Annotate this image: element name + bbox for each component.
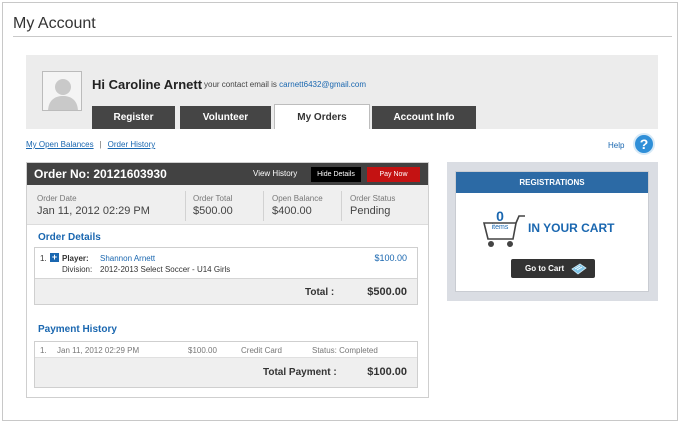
division-label: Division: [62, 265, 93, 274]
cart-items-label: items [491, 224, 509, 231]
pay-now-button[interactable]: Pay Now [367, 167, 420, 182]
in-your-cart-text: IN YOUR CART [528, 221, 615, 235]
contact-prefix: your contact email is [204, 80, 277, 89]
payment-row: 1. Jan 11, 2012 02:29 PM $100.00 Credit … [35, 342, 417, 358]
ticket-icon [571, 263, 587, 275]
go-to-cart-button[interactable]: Go to Cart [511, 259, 595, 278]
app-frame: My Account Hi Caroline Arnett your conta… [2, 2, 678, 421]
order-total: Order Total $500.00 [193, 194, 233, 217]
open-balance-value: $400.00 [272, 205, 312, 217]
cart-header: REGISTRATIONS [456, 172, 648, 193]
total-payment-value: $100.00 [367, 366, 407, 378]
order-status-value: Pending [350, 205, 391, 217]
player-name-link[interactable]: Shannon Arnett [100, 254, 155, 263]
cart-widget: REGISTRATIONS 0 items IN YOUR CART Go to… [455, 171, 649, 292]
avatar [42, 71, 82, 111]
order-header-bar: Order No: 20121603930 View History Hide … [27, 163, 428, 185]
order-date-label: Order Date [37, 194, 77, 203]
hide-details-button[interactable]: Hide Details [311, 167, 361, 182]
cart-count: 0 [496, 208, 504, 224]
sublink-separator: | [99, 140, 102, 149]
go-to-cart-label: Go to Cart [525, 264, 565, 273]
division-value: 2012-2013 Select Soccer - U14 Girls [100, 265, 231, 274]
total-payment-label: Total Payment : [263, 367, 337, 378]
contact-info: your contact email is carnett6432@gmail.… [204, 80, 366, 89]
payment-status: Status: Completed [312, 346, 378, 355]
user-greeting: Hi Caroline Arnett [92, 77, 203, 92]
order-history-link[interactable]: Order History [108, 140, 156, 149]
tab-volunteer[interactable]: Volunteer [180, 106, 271, 129]
total-label: Total : [305, 287, 335, 298]
summary-divider [263, 191, 264, 221]
order-status: Order Status Pending [350, 194, 395, 217]
open-balance: Open Balance $400.00 [272, 194, 323, 217]
payment-date: Jan 11, 2012 02:29 PM [57, 346, 140, 355]
order-summary: Order Date Jan 11, 2012 02:29 PM Order T… [27, 185, 428, 225]
payment-method: Credit Card [241, 346, 282, 355]
order-date: Order Date Jan 11, 2012 02:29 PM [37, 194, 150, 217]
help-link[interactable]: Help [608, 141, 624, 150]
total-value: $500.00 [367, 286, 407, 298]
payment-amount: $100.00 [188, 346, 217, 355]
order-panel: Order No: 20121603930 View History Hide … [26, 162, 429, 398]
account-header-panel: Hi Caroline Arnett your contact email is… [26, 55, 658, 129]
payment-number: 1. [40, 346, 47, 355]
open-balances-link[interactable]: My Open Balances [26, 140, 94, 149]
order-sublinks: My Open Balances | Order History [26, 140, 155, 149]
tab-register[interactable]: Register [92, 106, 175, 129]
order-status-label: Order Status [350, 194, 396, 203]
order-date-value: Jan 11, 2012 02:29 PM [37, 205, 150, 217]
payment-history-box: 1. Jan 11, 2012 02:29 PM $100.00 Credit … [34, 341, 418, 388]
order-details-title: Order Details [38, 232, 101, 243]
expand-plus-icon[interactable]: + [50, 253, 59, 262]
registrations-cart-panel: REGISTRATIONS 0 items IN YOUR CART Go to… [447, 162, 658, 301]
user-silhouette-icon [43, 72, 81, 110]
line-item-number: 1. [40, 254, 47, 263]
order-details-box: 1. + Player: Shannon Arnett $100.00 Divi… [34, 247, 418, 305]
order-total-label: Order Total [193, 194, 233, 203]
contact-email-link[interactable]: carnett6432@gmail.com [279, 80, 366, 89]
summary-divider [341, 191, 342, 221]
page-title: My Account [13, 15, 96, 32]
title-divider [13, 36, 672, 37]
order-total-row: Total : $500.00 [35, 278, 417, 304]
view-history-link[interactable]: View History [253, 169, 297, 178]
line-item-amount: $100.00 [374, 253, 407, 263]
tab-my-orders[interactable]: My Orders [274, 104, 370, 129]
payment-history-title: Payment History [38, 324, 117, 335]
help-icon[interactable]: ? [633, 133, 655, 155]
total-payment-row: Total Payment : $100.00 [35, 358, 417, 387]
order-number: Order No: 20121603930 [34, 167, 167, 181]
player-label: Player: [62, 254, 89, 263]
open-balance-label: Open Balance [272, 194, 323, 203]
tab-account-info[interactable]: Account Info [372, 106, 476, 129]
order-total-value: $500.00 [193, 205, 233, 217]
summary-divider [185, 191, 186, 221]
